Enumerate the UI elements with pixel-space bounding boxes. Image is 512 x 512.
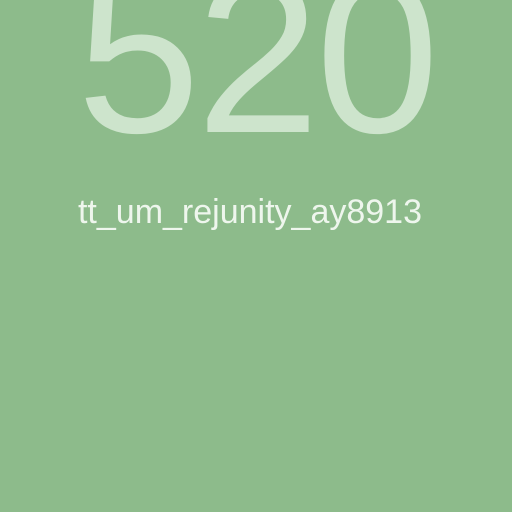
big-number-display: 520 <box>76 0 439 180</box>
project-label: tt_um_rejunity_ay8913 <box>77 193 422 231</box>
